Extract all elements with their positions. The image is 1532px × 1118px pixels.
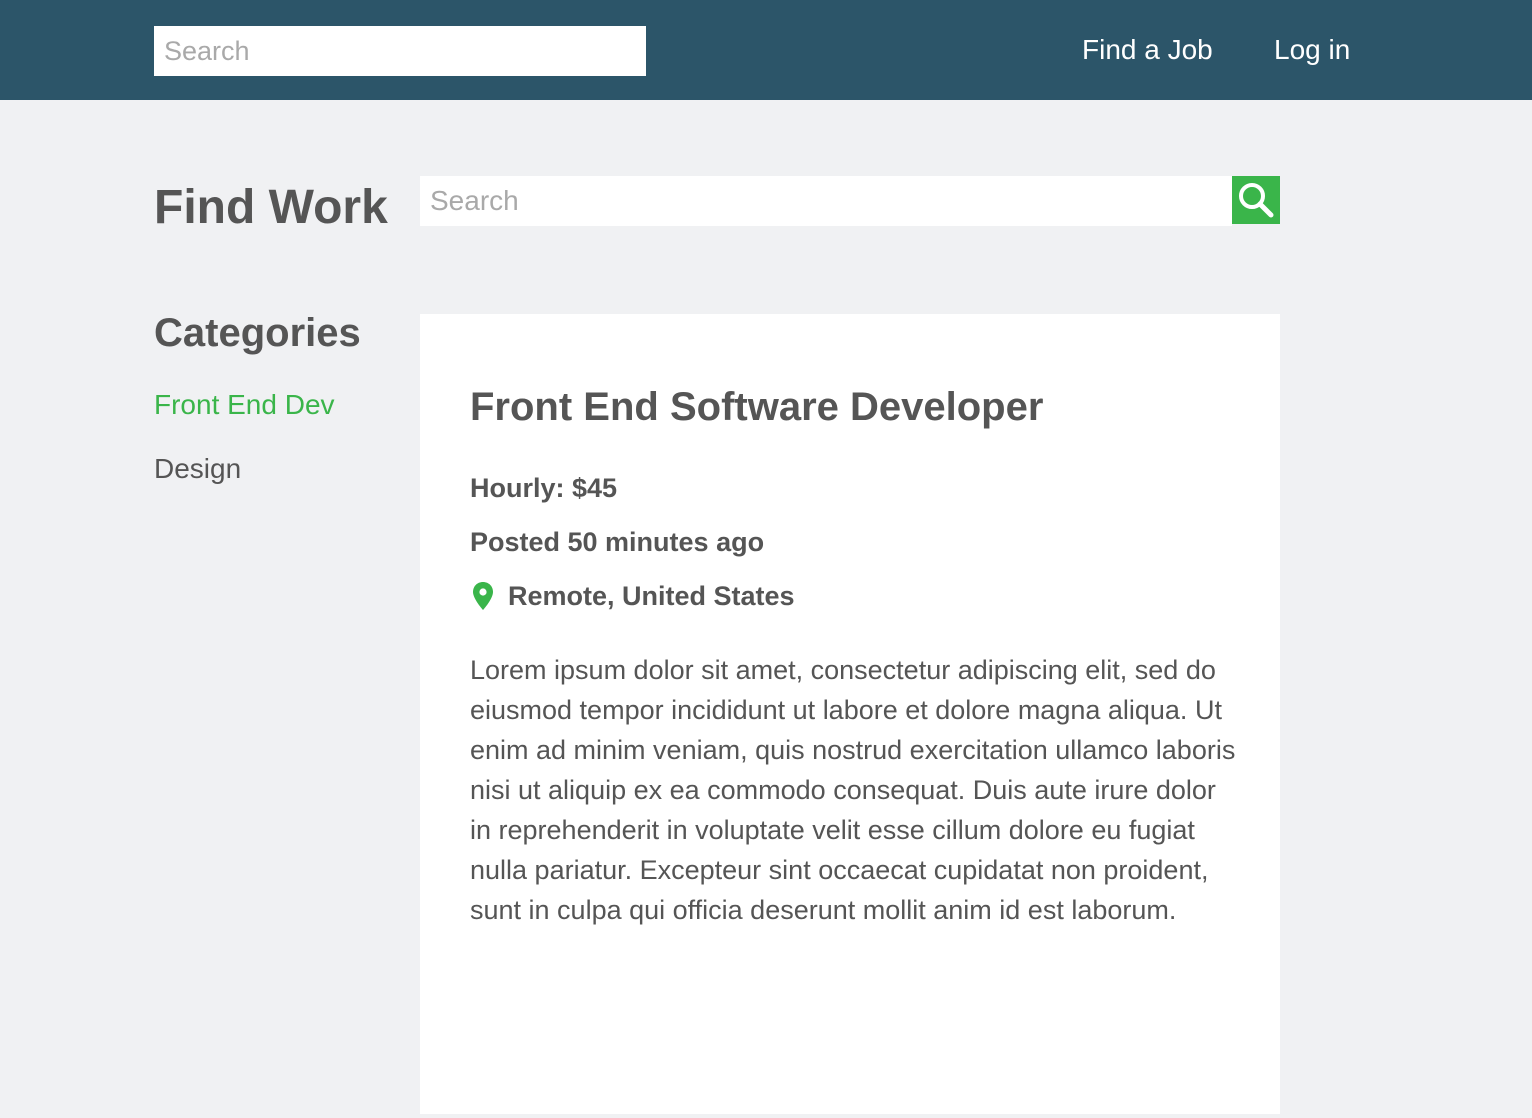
category-front-end-dev[interactable]: Front End Dev	[154, 388, 335, 422]
nav-find-a-job-link[interactable]: Find a Job	[1082, 32, 1213, 68]
category-design[interactable]: Design	[154, 452, 241, 486]
job-card: Front End Software Developer Hourly: $45…	[420, 314, 1280, 1114]
search-button[interactable]	[1232, 176, 1280, 224]
job-location-text: Remote, United States	[508, 581, 795, 611]
search-icon	[1239, 183, 1274, 218]
top-navbar: Find a Job Log in	[0, 0, 1532, 100]
job-hourly-rate: Hourly: $45	[470, 473, 618, 503]
job-posted-time: Posted 50 minutes ago	[470, 527, 765, 557]
job-search-input[interactable]	[420, 176, 1232, 226]
page-title: Find Work	[154, 181, 388, 234]
categories-heading: Categories	[154, 311, 361, 355]
map-pin-icon	[473, 582, 493, 610]
header-search-input[interactable]	[154, 26, 646, 76]
job-title[interactable]: Front End Software Developer	[470, 384, 1043, 430]
job-description: Lorem ipsum dolor sit amet, consectetur …	[470, 655, 1236, 925]
nav-log-in-link[interactable]: Log in	[1274, 32, 1350, 68]
job-location: Remote, United States	[470, 579, 795, 613]
